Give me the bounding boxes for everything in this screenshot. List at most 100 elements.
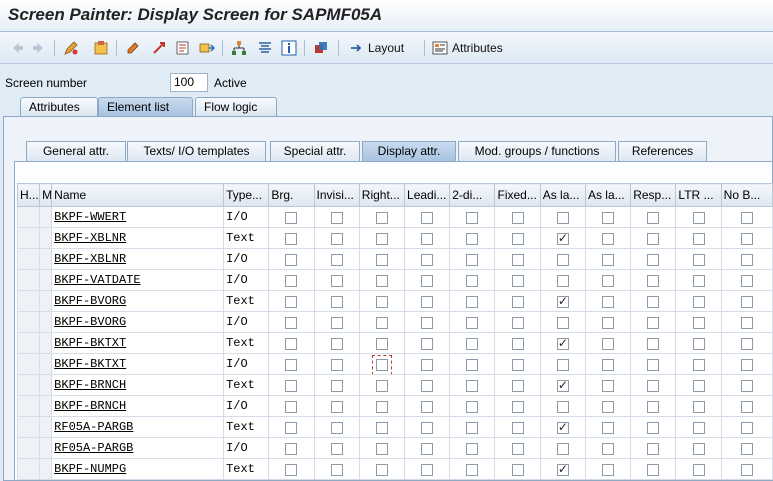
attr-checkbox[interactable] [556, 420, 569, 434]
attr-checkbox[interactable] [466, 295, 479, 308]
attr-checkbox[interactable] [466, 253, 479, 266]
attr-checkbox[interactable] [511, 358, 524, 371]
row-marker[interactable] [39, 332, 53, 354]
attr-checkbox[interactable] [421, 442, 434, 455]
attr-checkbox[interactable] [371, 354, 392, 374]
attr-checkbox[interactable] [511, 337, 524, 350]
attr-checkbox[interactable] [602, 253, 615, 266]
attr-checkbox[interactable] [740, 400, 753, 413]
table-row[interactable]: BKPF-BRNCH Text [16, 374, 773, 396]
attr-checkbox[interactable] [602, 295, 615, 308]
attr-checkbox[interactable] [285, 232, 298, 245]
attr-checkbox[interactable] [647, 253, 660, 266]
attr-checkbox[interactable] [740, 421, 753, 434]
attr-checkbox[interactable] [556, 442, 569, 455]
attr-checkbox[interactable] [330, 400, 343, 413]
attr-checkbox[interactable] [602, 316, 615, 329]
forward-nav-icon[interactable] [174, 39, 192, 57]
attr-checkbox[interactable] [740, 316, 753, 329]
attr-checkbox[interactable] [421, 232, 434, 245]
attr-checkbox[interactable] [647, 316, 660, 329]
element-name[interactable]: BKPF-BVORG [51, 311, 225, 333]
row-marker[interactable] [39, 311, 53, 333]
attr-checkbox[interactable] [421, 463, 434, 476]
row-marker[interactable] [39, 437, 53, 459]
row-selector[interactable] [16, 458, 41, 480]
attr-checkbox[interactable] [285, 295, 298, 308]
attr-checkbox[interactable] [740, 295, 753, 308]
attr-checkbox[interactable] [285, 274, 298, 287]
attr-checkbox[interactable] [285, 463, 298, 476]
table-row[interactable]: BKPF-BVORG Text [16, 290, 773, 312]
col-type[interactable]: Type... [223, 183, 270, 207]
attr-checkbox[interactable] [375, 421, 388, 434]
table-row[interactable]: RF05A-PARGB I/O [16, 437, 773, 459]
attr-checkbox[interactable] [330, 316, 343, 329]
attr-checkbox[interactable] [466, 337, 479, 350]
attr-checkbox[interactable] [740, 442, 753, 455]
attr-checkbox[interactable] [692, 274, 705, 287]
attr-checkbox[interactable] [421, 358, 434, 371]
attr-checkbox[interactable] [692, 295, 705, 308]
element-name[interactable]: BKPF-BRNCH [51, 395, 225, 417]
col-right[interactable]: Right... [358, 183, 406, 207]
back-arrow-icon[interactable] [8, 39, 26, 57]
attr-checkbox[interactable] [692, 316, 705, 329]
attr-checkbox[interactable] [330, 337, 343, 350]
attr-checkbox[interactable] [556, 358, 569, 371]
attr-checkbox[interactable] [466, 358, 479, 371]
attr-checkbox[interactable] [466, 400, 479, 413]
row-marker[interactable] [39, 227, 53, 249]
col-h[interactable]: H... [16, 183, 41, 207]
attr-checkbox[interactable] [556, 316, 569, 329]
col-name[interactable]: Name [51, 183, 225, 207]
attr-checkbox[interactable] [421, 337, 434, 350]
attr-checkbox[interactable] [466, 463, 479, 476]
object-list-icon[interactable] [92, 39, 110, 57]
element-name[interactable]: BKPF-VATDATE [51, 269, 225, 291]
attr-checkbox[interactable] [556, 378, 569, 392]
attr-checkbox[interactable] [330, 253, 343, 266]
attr-checkbox[interactable] [421, 211, 434, 224]
display-change-icon[interactable] [62, 39, 80, 57]
attr-checkbox[interactable] [330, 274, 343, 287]
element-name[interactable]: BKPF-BKTXT [51, 353, 225, 375]
attr-checkbox[interactable] [330, 442, 343, 455]
row-marker[interactable] [39, 416, 53, 438]
attr-checkbox[interactable] [330, 211, 343, 224]
tab-flow-logic[interactable]: Flow logic [195, 97, 277, 116]
attr-checkbox[interactable] [556, 400, 569, 413]
row-marker[interactable] [39, 290, 53, 312]
table-row[interactable]: BKPF-WWERT I/O [16, 206, 773, 228]
row-selector[interactable] [16, 353, 41, 375]
row-marker[interactable] [39, 395, 53, 417]
attr-checkbox[interactable] [375, 274, 388, 287]
attr-checkbox[interactable] [692, 442, 705, 455]
row-selector[interactable] [16, 290, 41, 312]
attr-checkbox[interactable] [466, 442, 479, 455]
tab-attributes[interactable]: Attributes [20, 97, 98, 116]
attr-checkbox[interactable] [285, 421, 298, 434]
col-invisible[interactable]: Invisi... [313, 183, 360, 207]
attr-checkbox[interactable] [375, 253, 388, 266]
attr-checkbox[interactable] [330, 295, 343, 308]
attr-checkbox[interactable] [692, 400, 705, 413]
attr-checkbox[interactable] [602, 211, 615, 224]
element-name[interactable]: BKPF-XBLNR [51, 227, 225, 249]
attr-checkbox[interactable] [511, 442, 524, 455]
attr-checkbox[interactable] [285, 337, 298, 350]
attr-checkbox[interactable] [692, 232, 705, 245]
row-selector[interactable] [16, 227, 41, 249]
attr-checkbox[interactable] [375, 211, 388, 224]
subtab-texts-io-templates[interactable]: Texts/ I/O templates [127, 141, 266, 161]
attr-checkbox[interactable] [556, 462, 569, 476]
attr-checkbox[interactable] [602, 232, 615, 245]
attr-checkbox[interactable] [285, 316, 298, 329]
element-name[interactable]: BKPF-BRNCH [51, 374, 225, 396]
table-row[interactable]: BKPF-BRNCH I/O [16, 395, 773, 417]
attr-checkbox[interactable] [692, 463, 705, 476]
attr-checkbox[interactable] [602, 379, 615, 392]
hierarchy-icon[interactable] [230, 39, 248, 57]
attr-checkbox[interactable] [692, 421, 705, 434]
attr-checkbox[interactable] [285, 211, 298, 224]
